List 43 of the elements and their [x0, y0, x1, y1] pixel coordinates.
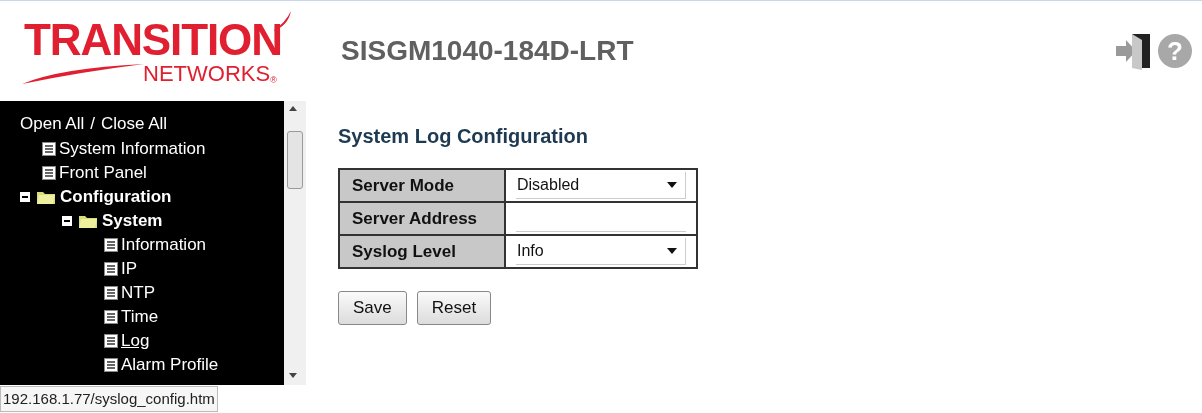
page-icon — [104, 262, 118, 276]
nav-item[interactable]: Configuration — [60, 184, 172, 210]
page-icon — [104, 334, 118, 348]
nav-item[interactable]: Time — [121, 304, 159, 330]
form-button[interactable]: Reset — [416, 291, 492, 325]
collapse-toggle-icon[interactable] — [20, 192, 30, 202]
caret-icon — [667, 182, 677, 188]
page-heading: System Log Configuration — [338, 124, 589, 149]
nav-item[interactable]: System — [102, 208, 163, 234]
field-label: Server Mode — [339, 169, 505, 202]
field-label: Syslog Level — [339, 235, 505, 268]
page-icon — [42, 142, 56, 156]
nav-item[interactable]: Information — [121, 232, 207, 258]
scrollbar[interactable] — [284, 101, 306, 385]
nav-item[interactable]: IP — [121, 256, 138, 282]
nav-item[interactable]: System Information — [59, 136, 206, 162]
collapse-toggle-icon[interactable] — [62, 216, 72, 226]
folder-icon — [36, 189, 56, 205]
page-icon — [104, 238, 118, 252]
scroll-down-icon[interactable] — [288, 373, 298, 379]
logo-text: TRANSITION — [24, 18, 282, 62]
nav-item[interactable]: Log — [121, 328, 150, 354]
page-icon — [104, 310, 118, 324]
page-icon — [104, 286, 118, 300]
folder-icon — [78, 213, 98, 229]
form-button[interactable]: Save — [338, 291, 407, 325]
logo-text: NETWORKS — [143, 63, 271, 85]
caret-icon — [667, 248, 677, 254]
exit-door-icon[interactable] — [1116, 32, 1152, 70]
page-icon — [104, 358, 118, 372]
nav-item[interactable]: Alarm Profile — [121, 352, 219, 378]
device-title: SISGM1040-184D-LRT — [341, 34, 634, 68]
scroll-up-icon[interactable] — [288, 105, 298, 111]
open-all-link[interactable]: Open All — [20, 113, 85, 135]
field-label: Server Address — [339, 202, 505, 235]
close-all-link[interactable]: Close All — [101, 113, 168, 135]
nav-item[interactable]: Front Panel — [59, 160, 147, 186]
page-icon — [42, 166, 56, 180]
status-url: 192.168.1.77/syslog_config.htm — [0, 386, 218, 412]
registered-mark: ® — [270, 76, 277, 85]
separator: / — [90, 113, 95, 135]
scrollbar-thumb[interactable] — [287, 131, 303, 189]
nav-item[interactable]: NTP — [121, 280, 155, 306]
